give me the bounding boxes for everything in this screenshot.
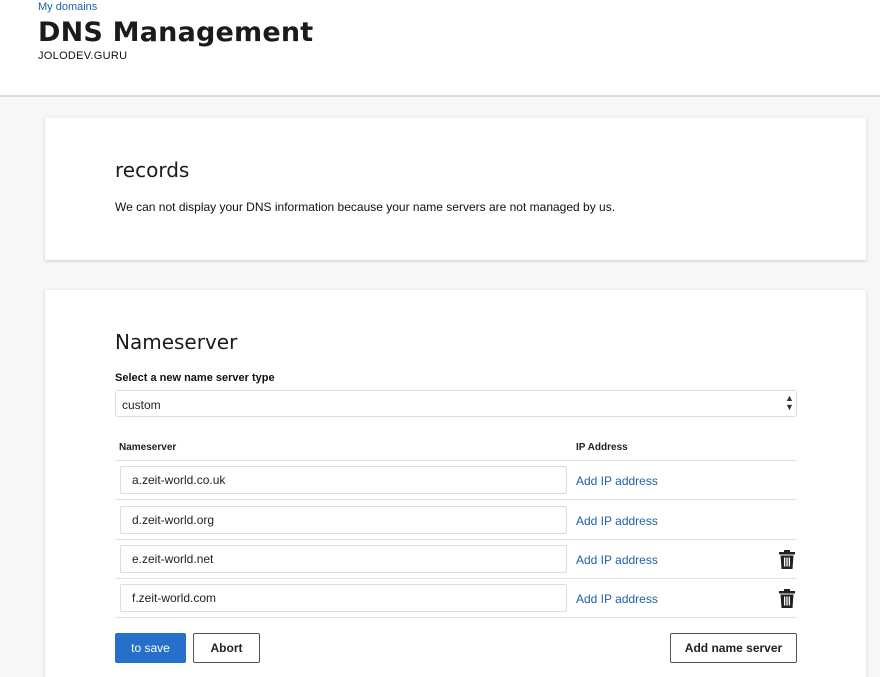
nameserver-input[interactable] <box>120 506 567 534</box>
records-message: We can not display your DNS information … <box>115 200 616 214</box>
breadcrumb-my-domains[interactable]: My domains <box>38 0 97 14</box>
add-name-server-button[interactable]: Add name server <box>670 633 797 663</box>
records-title: records <box>115 158 190 182</box>
nameserver-input[interactable] <box>120 545 567 573</box>
trash-icon[interactable] <box>779 589 795 608</box>
nameserver-type-value: custom <box>122 398 161 412</box>
save-button[interactable]: to save <box>115 633 186 663</box>
add-ip-address-link[interactable]: Add IP address <box>576 474 658 488</box>
nameserver-row: Add IP address <box>115 501 797 540</box>
nameserver-row: Add IP address <box>115 579 797 618</box>
trash-icon[interactable] <box>779 550 795 569</box>
column-header-ip-address: IP Address <box>576 442 628 453</box>
nameserver-type-select[interactable]: custom ▲ ▼ <box>115 390 797 417</box>
nameserver-card: Nameserver Select a new name server type… <box>45 290 866 677</box>
page-header: My domains DNS Management JOLODEV.GURU <box>0 0 880 97</box>
add-ip-address-link[interactable]: Add IP address <box>576 592 658 606</box>
column-header-nameserver: Nameserver <box>119 442 177 453</box>
updown-arrows-icon: ▲ ▼ <box>785 393 794 412</box>
nameserver-row: Add IP address <box>115 461 797 500</box>
nameserver-title: Nameserver <box>115 330 238 354</box>
page-title: DNS Management <box>38 17 314 48</box>
nameserver-input[interactable] <box>120 466 567 494</box>
add-ip-address-link[interactable]: Add IP address <box>576 553 658 567</box>
nameserver-row: Add IP address <box>115 540 797 579</box>
add-ip-address-link[interactable]: Add IP address <box>576 514 658 528</box>
domain-name: JOLODEV.GURU <box>38 50 128 62</box>
nameserver-input[interactable] <box>120 584 567 612</box>
abort-button[interactable]: Abort <box>193 633 260 663</box>
records-card: records We can not display your DNS info… <box>45 118 866 260</box>
nameserver-type-label: Select a new name server type <box>115 372 275 384</box>
